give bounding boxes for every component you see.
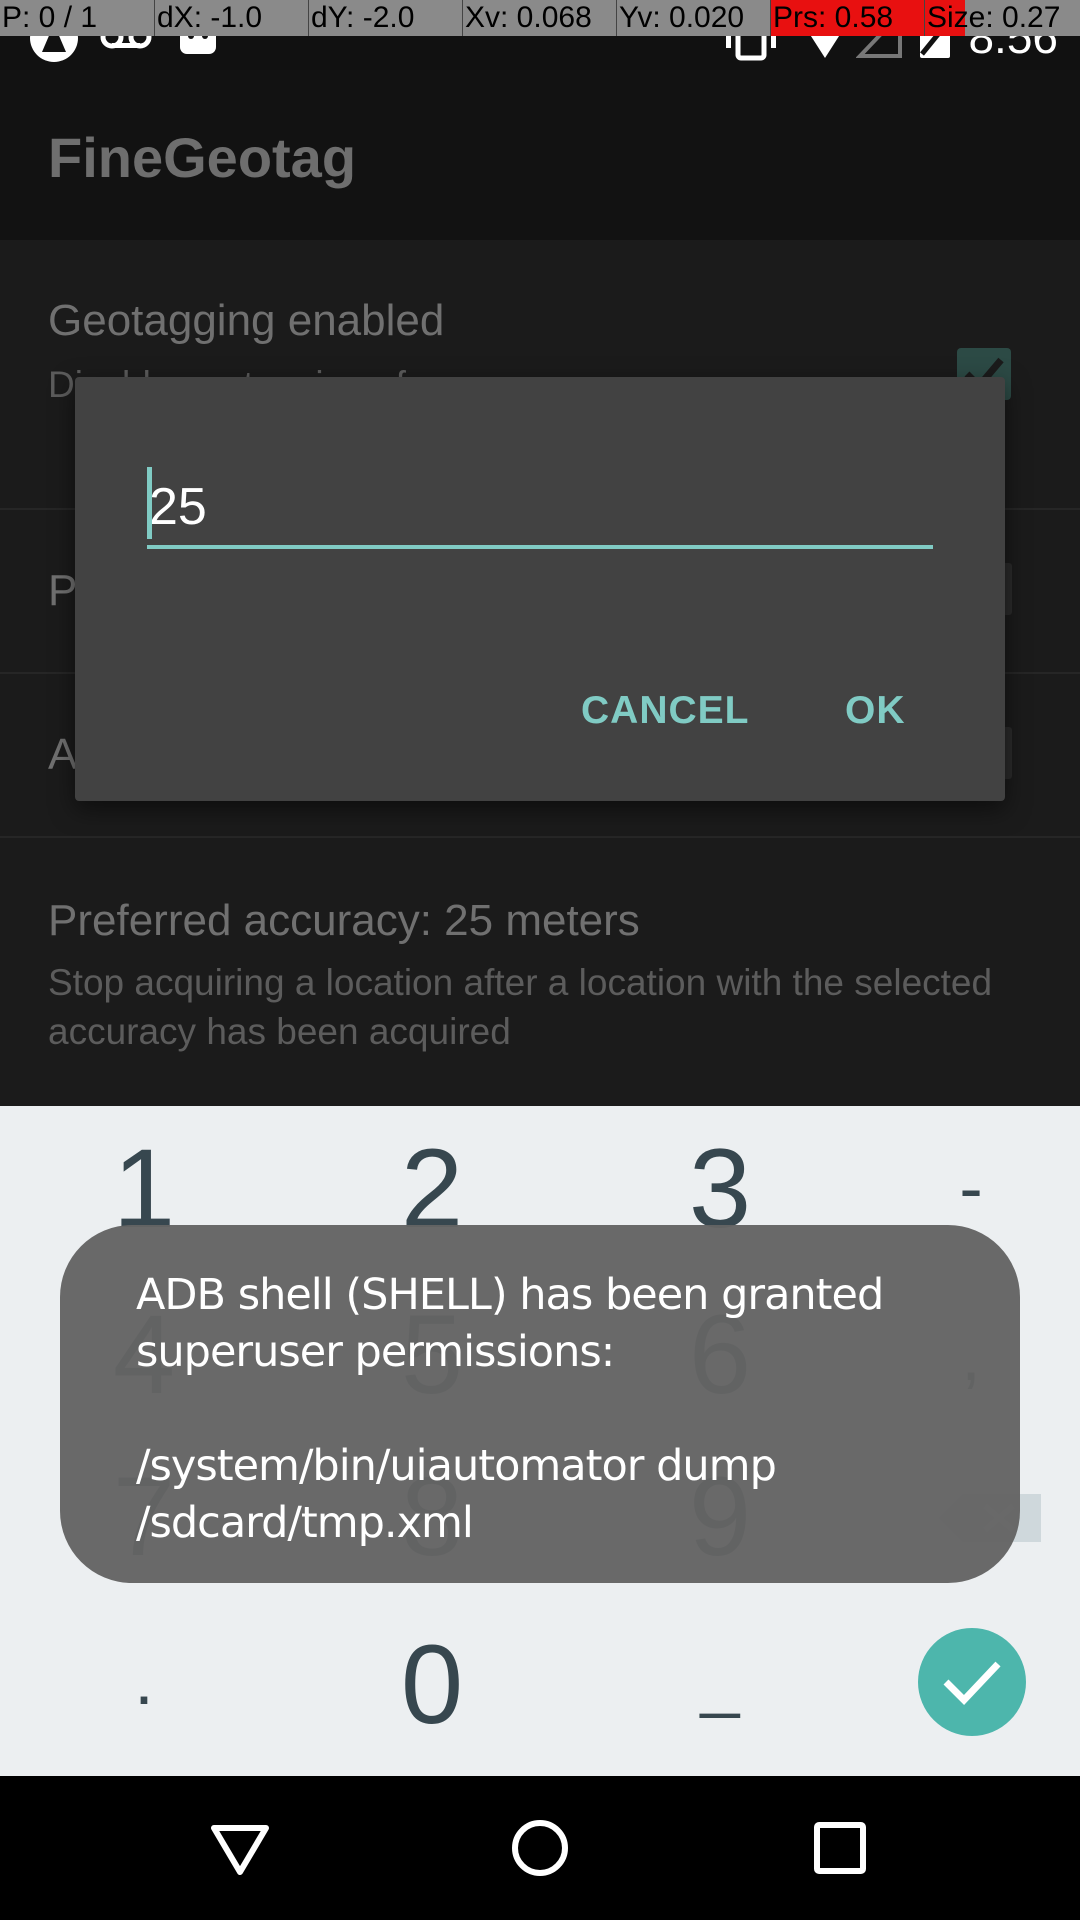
pref-title: P bbox=[48, 566, 78, 615]
status-bar: 8:56 P: 0 / 1 dX: -1.0 dY: -2.0 Xv: 0.06… bbox=[0, 0, 1080, 70]
pointer-yv: Yv: 0.020 bbox=[616, 0, 770, 36]
recents-square-icon[interactable] bbox=[790, 1798, 890, 1898]
key-period[interactable]: . bbox=[9, 1640, 279, 1720]
pref-title: Geotagging enabled bbox=[48, 296, 445, 345]
navigation-bar bbox=[0, 1776, 1080, 1920]
edit-text-dialog: CANCEL OK bbox=[75, 377, 1005, 801]
key-0[interactable]: 0 bbox=[297, 1620, 567, 1749]
back-triangle-icon[interactable] bbox=[190, 1798, 290, 1898]
pref-title: Preferred accuracy: 25 meters bbox=[48, 896, 640, 945]
superuser-toast: ADB shell (SHELL) has been granted super… bbox=[60, 1225, 1020, 1583]
pref-title: A bbox=[48, 730, 78, 779]
cancel-button[interactable]: CANCEL bbox=[581, 689, 750, 733]
check-icon bbox=[943, 1661, 1001, 1706]
accuracy-input[interactable] bbox=[147, 469, 933, 549]
ok-button[interactable]: OK bbox=[845, 689, 906, 733]
text-cursor bbox=[147, 467, 152, 539]
pointer-dx: dX: -1.0 bbox=[154, 0, 308, 36]
app-title: FineGeotag bbox=[48, 126, 357, 189]
pointer-xv: Xv: 0.068 bbox=[462, 0, 616, 36]
pointer-count: P: 0 / 1 bbox=[2, 1, 98, 34]
key-underscore[interactable]: _ bbox=[585, 1640, 855, 1720]
done-button[interactable] bbox=[918, 1628, 1026, 1736]
toast-message: ADB shell (SHELL) has been granted super… bbox=[136, 1270, 884, 1548]
pref-preferred-accuracy[interactable]: Preferred accuracy: 25 meters Stop acqui… bbox=[0, 838, 1080, 1106]
pointer-pressure: Prs: 0.58 bbox=[770, 0, 924, 36]
pointer-dy: dY: -2.0 bbox=[308, 0, 462, 36]
pointer-location-overlay: P: 0 / 1 dX: -1.0 dY: -2.0 Xv: 0.068 Yv:… bbox=[0, 0, 1080, 36]
key-minus[interactable]: - bbox=[836, 1148, 1080, 1228]
pref-summary: Stop acquiring a location after a locati… bbox=[48, 962, 993, 1052]
home-circle-icon[interactable] bbox=[490, 1798, 590, 1898]
pointer-size: Size: 0.27 bbox=[924, 0, 1080, 36]
